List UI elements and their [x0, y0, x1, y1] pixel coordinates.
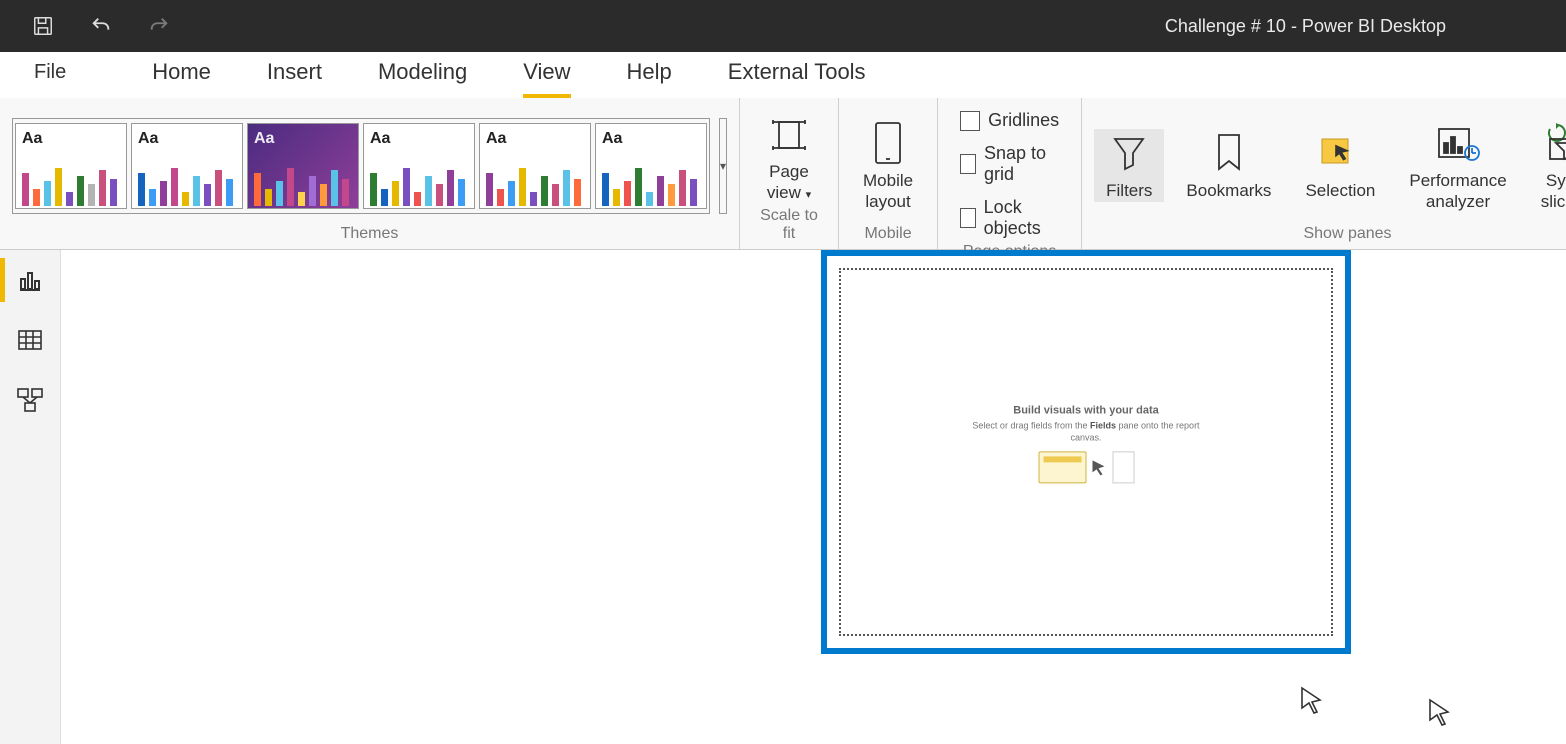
menu-modeling[interactable]: Modeling	[350, 52, 495, 98]
snap-label: Snap to grid	[984, 143, 1059, 185]
theme-gallery[interactable]: Aa Aa Aa	[12, 118, 710, 214]
sync-slicers-icon	[1542, 119, 1566, 167]
selected-canvas-frame[interactable]: Build visuals with your data Select or d…	[821, 250, 1351, 654]
placeholder-heading: Build visuals with your data	[964, 404, 1209, 416]
mobile-icon	[873, 119, 903, 167]
menu-insert[interactable]: Insert	[239, 52, 350, 98]
view-rail	[0, 250, 60, 430]
model-view-button[interactable]	[0, 370, 60, 430]
bookmark-icon	[1214, 129, 1244, 177]
canvas-page[interactable]: Build visuals with your data Select or d…	[839, 268, 1333, 636]
undo-icon[interactable]	[90, 15, 112, 37]
checkbox-icon	[960, 208, 976, 228]
theme-thumb-2[interactable]: Aa	[131, 123, 243, 209]
theme-thumb-6[interactable]: Aa	[595, 123, 707, 209]
bookmarks-pane-button[interactable]: Bookmarks	[1174, 129, 1283, 201]
page-view-icon	[764, 110, 814, 158]
redo-icon[interactable]	[148, 15, 170, 37]
ribbon: Aa Aa Aa	[0, 98, 1566, 250]
lock-label: Lock objects	[984, 197, 1059, 239]
data-view-button[interactable]	[0, 310, 60, 370]
menu-file[interactable]: File	[34, 52, 84, 98]
perf-label: Performanceanalyzer	[1409, 171, 1506, 212]
group-label-show-panes: Show panes	[1094, 223, 1566, 245]
sync-label: Syncslicers	[1541, 171, 1566, 212]
theme-thumb-5[interactable]: Aa	[479, 123, 591, 209]
placeholder-graphic	[964, 452, 1209, 484]
cursor-icon	[1300, 686, 1324, 721]
mobile-layout-button[interactable]: Mobilelayout	[851, 119, 925, 212]
chevron-down-icon: ▾	[806, 189, 812, 201]
save-icon[interactable]	[32, 15, 54, 37]
group-label-themes: Themes	[12, 223, 727, 245]
table-icon	[17, 327, 43, 353]
chevron-down-icon: ▾	[720, 159, 726, 173]
gridlines-label: Gridlines	[988, 110, 1059, 131]
page-view-dropdown[interactable]: Pageview ▾	[752, 110, 826, 203]
theme-thumb-1[interactable]: Aa	[15, 123, 127, 209]
performance-analyzer-button[interactable]: Performanceanalyzer	[1397, 119, 1518, 212]
menu-home[interactable]: Home	[124, 52, 239, 98]
canvas-placeholder: Build visuals with your data Select or d…	[964, 404, 1209, 483]
report-view-button[interactable]	[0, 250, 60, 310]
menu-help[interactable]: Help	[599, 52, 700, 98]
menu-view[interactable]: View	[495, 52, 598, 98]
filters-pane-button[interactable]: Filters	[1094, 129, 1164, 201]
window-title: Challenge # 10 - Power BI Desktop	[170, 16, 1566, 37]
checkbox-icon	[960, 154, 976, 174]
sync-slicers-button[interactable]: Syncslicers	[1529, 119, 1566, 212]
gridlines-checkbox[interactable]: Gridlines	[960, 108, 1059, 133]
performance-icon	[1435, 119, 1481, 167]
bookmarks-label: Bookmarks	[1186, 181, 1271, 201]
page-view-label: Pageview	[767, 162, 809, 201]
mobile-layout-label: Mobilelayout	[863, 171, 913, 212]
menu-bar: File Home Insert Modeling View Help Exte…	[0, 52, 1566, 98]
menu-external-tools[interactable]: External Tools	[700, 52, 894, 98]
cursor-icon	[1090, 459, 1108, 477]
snap-to-grid-checkbox[interactable]: Snap to grid	[960, 141, 1059, 187]
filters-label: Filters	[1106, 181, 1152, 201]
lock-objects-checkbox[interactable]: Lock objects	[960, 195, 1059, 241]
theme-thumb-3-selected[interactable]: Aa	[247, 123, 359, 209]
report-canvas-area[interactable]: Build visuals with your data Select or d…	[60, 250, 1566, 744]
selection-icon	[1318, 129, 1362, 177]
theme-gallery-expand[interactable]: ▾	[719, 118, 727, 214]
group-label-scale: Scale to fit	[752, 205, 826, 245]
title-bar: Challenge # 10 - Power BI Desktop	[0, 0, 1566, 52]
theme-thumb-4[interactable]: Aa	[363, 123, 475, 209]
model-icon	[16, 387, 44, 413]
placeholder-subtext: Select or drag fields from the Fields pa…	[964, 420, 1209, 443]
bar-chart-icon	[17, 267, 43, 293]
funnel-icon	[1109, 129, 1149, 177]
checkbox-icon	[960, 111, 980, 131]
selection-pane-button[interactable]: Selection	[1293, 129, 1387, 201]
group-label-mobile: Mobile	[851, 223, 925, 245]
selection-label: Selection	[1305, 181, 1375, 201]
cursor-icon	[1428, 698, 1452, 733]
